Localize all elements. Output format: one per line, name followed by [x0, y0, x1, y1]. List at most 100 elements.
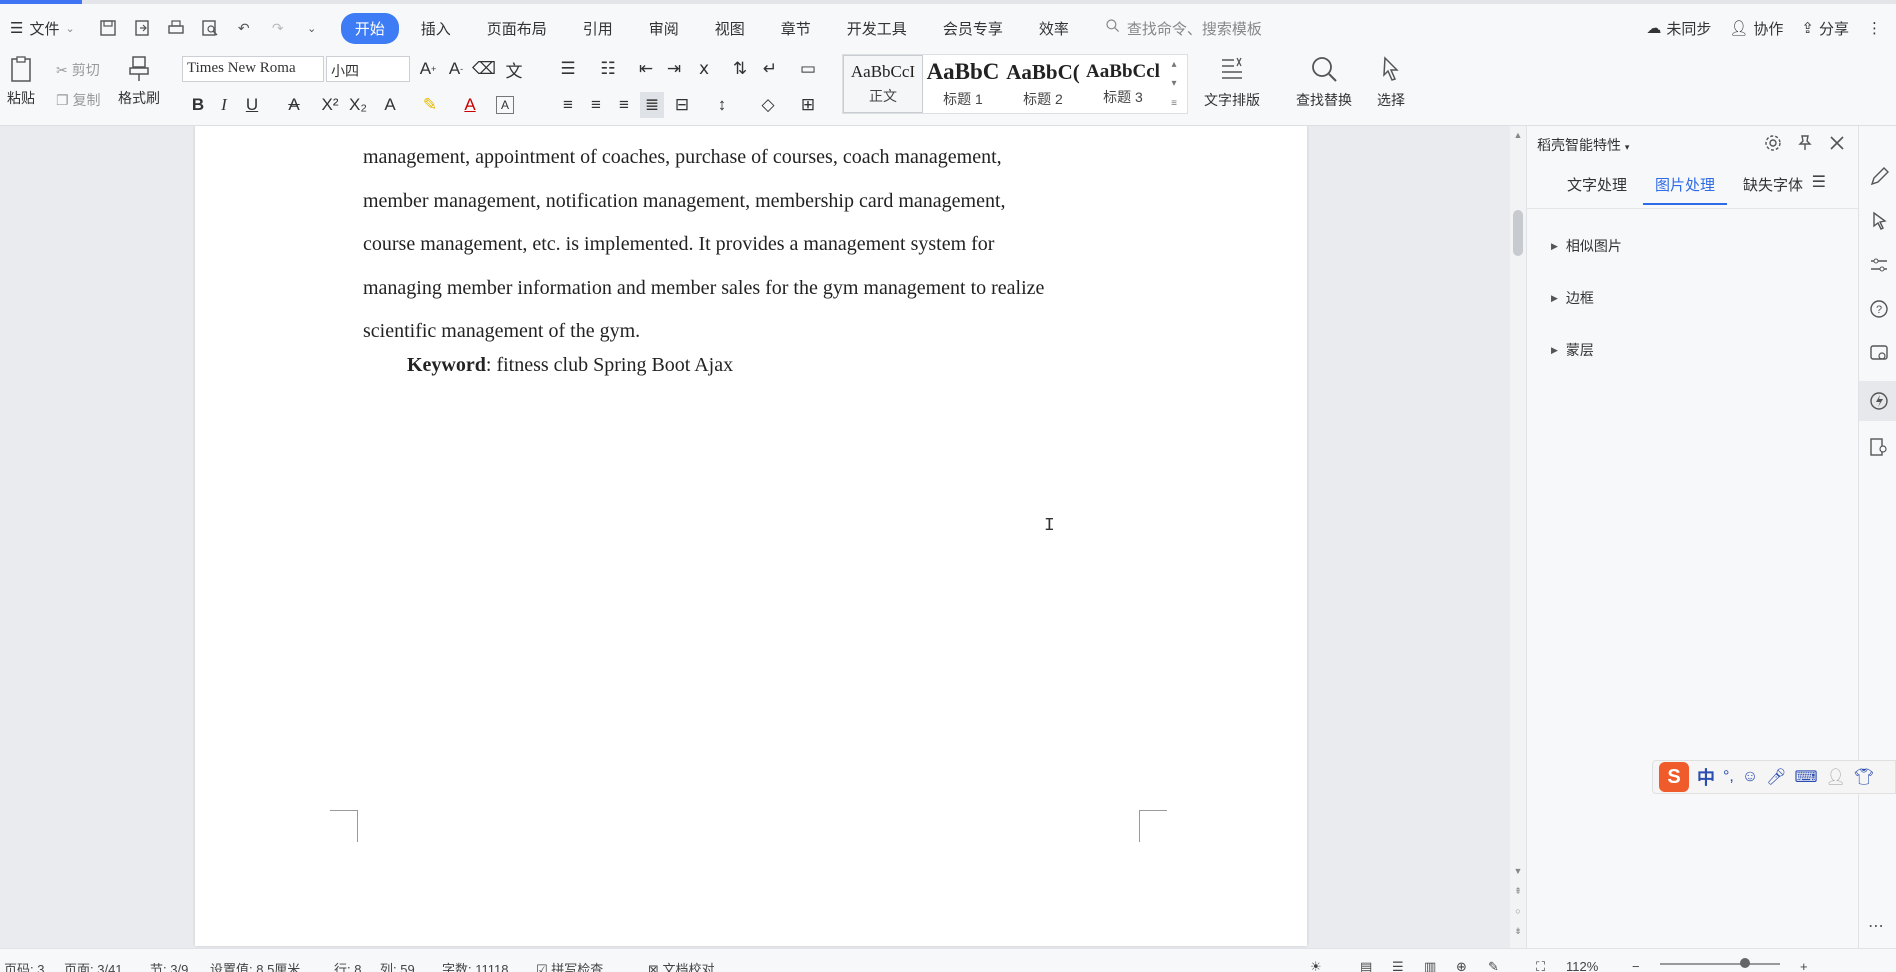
line-spacing-icon[interactable]: ↕: [710, 92, 734, 118]
print-preview-icon[interactable]: [199, 17, 221, 39]
prev-page-icon[interactable]: ⇞: [1512, 886, 1524, 897]
align-right-icon[interactable]: ≡: [612, 92, 636, 118]
print-icon[interactable]: [165, 17, 187, 39]
tab-insert[interactable]: 插入: [407, 13, 465, 44]
tab-page-layout[interactable]: 页面布局: [473, 13, 561, 44]
shrink-font-icon[interactable]: A-: [444, 56, 468, 82]
text-effect-icon[interactable]: A: [378, 92, 402, 118]
write-mode-icon[interactable]: ✎: [1488, 959, 1499, 972]
zoom-slider[interactable]: [1660, 963, 1780, 965]
align-left-icon[interactable]: ≡: [556, 92, 580, 118]
increase-indent-icon[interactable]: ⇥: [662, 56, 686, 82]
command-search[interactable]: 查找命令、搜索模板: [1105, 18, 1262, 39]
collab-button[interactable]: 👤︎ 协作: [1729, 18, 1783, 39]
underline-icon[interactable]: U: [240, 92, 264, 118]
share-button[interactable]: ⇪ 分享: [1801, 18, 1849, 39]
tab-chapter[interactable]: 章节: [767, 13, 825, 44]
ime-mode-label[interactable]: 中: [1697, 764, 1715, 790]
fit-page-icon[interactable]: ⛶: [1536, 959, 1545, 972]
status-page-number[interactable]: 页码: 3: [4, 959, 44, 972]
find-replace-button[interactable]: 查找替换: [1296, 54, 1352, 110]
font-family-select[interactable]: Times New Roma: [182, 56, 324, 82]
status-section[interactable]: 节: 3/9: [150, 959, 188, 972]
next-page-icon[interactable]: ⇟: [1512, 926, 1524, 937]
pin-icon[interactable]: [1796, 134, 1814, 155]
highlight-icon[interactable]: ✎: [418, 92, 442, 118]
show-hide-marks-icon[interactable]: ↵: [758, 56, 782, 82]
microphone-icon[interactable]: 🎤︎: [1766, 767, 1786, 787]
status-page[interactable]: 页面: 3/41: [64, 959, 123, 972]
pointer-icon[interactable]: [1868, 210, 1890, 232]
panel-menu-icon[interactable]: ☰: [1812, 172, 1826, 192]
tab-efficiency[interactable]: 效率: [1025, 13, 1083, 44]
document-canvas[interactable]: management, appointment of coaches, purc…: [0, 126, 1510, 948]
close-icon[interactable]: [1828, 134, 1846, 155]
select-browse-icon[interactable]: ○: [1512, 906, 1524, 916]
status-row[interactable]: 行: 8: [334, 959, 361, 972]
font-size-select[interactable]: 小四: [326, 56, 410, 82]
image-tool-icon[interactable]: [1868, 342, 1890, 364]
zoom-slider-handle[interactable]: [1740, 958, 1750, 968]
char-border-icon[interactable]: A: [496, 96, 514, 114]
styles-scroll[interactable]: ▴ ▾ ≡: [1163, 55, 1185, 113]
scrollbar-thumb[interactable]: [1513, 210, 1523, 256]
export-icon[interactable]: [131, 17, 153, 39]
superscript-icon[interactable]: X²: [318, 92, 342, 118]
bullet-list-icon[interactable]: ☰: [556, 56, 580, 82]
select-button[interactable]: 选择: [1376, 54, 1406, 110]
customize-toolbar-icon[interactable]: ⌄: [301, 17, 323, 39]
sync-button[interactable]: ☁ 未同步: [1646, 18, 1711, 39]
more-menu-icon[interactable]: ⋮: [1867, 19, 1882, 37]
phonetic-guide-icon[interactable]: 文: [502, 56, 526, 82]
tab-view[interactable]: 视图: [701, 13, 759, 44]
keyboard-icon[interactable]: ⌨: [1795, 767, 1818, 787]
tab-missing-fonts[interactable]: 缺失字体: [1731, 174, 1815, 205]
justify-icon[interactable]: ≣: [640, 92, 664, 118]
font-color-icon[interactable]: A: [458, 92, 482, 118]
pen-icon[interactable]: [1868, 166, 1890, 188]
status-setting[interactable]: 设置值: 8.5厘米: [210, 959, 300, 972]
proofread-button[interactable]: ⊠ 文档校对: [648, 959, 715, 972]
web-view-icon[interactable]: ⊕: [1456, 959, 1467, 972]
emoji-icon[interactable]: ☺: [1742, 768, 1758, 786]
zoom-out-icon[interactable]: −: [1632, 959, 1640, 972]
file-menu[interactable]: ☰ 文件 ⌄: [10, 18, 75, 39]
numbered-list-icon[interactable]: ☷: [596, 56, 620, 82]
outline-view-icon[interactable]: ☰: [1392, 959, 1404, 972]
accordion-similar-images[interactable]: ▶ 相似图片: [1551, 236, 1622, 256]
bold-icon[interactable]: B: [186, 92, 210, 118]
tab-review[interactable]: 审阅: [635, 13, 693, 44]
paste-button[interactable]: 粘贴: [6, 54, 36, 108]
user-icon[interactable]: 👤︎: [1826, 767, 1846, 787]
status-word-count[interactable]: 字数: 11118: [442, 959, 508, 972]
document-page[interactable]: management, appointment of coaches, purc…: [195, 126, 1307, 946]
tab-text-processing[interactable]: 文字处理: [1555, 174, 1639, 205]
accordion-mask[interactable]: ▶ 蒙层: [1551, 340, 1594, 360]
spell-check-button[interactable]: ☑ 拼写检查: [536, 959, 603, 972]
borders-icon[interactable]: ⊞: [796, 92, 820, 118]
cut-button[interactable]: ✂ 剪切: [56, 60, 100, 80]
reading-view-icon[interactable]: ▥: [1424, 959, 1436, 972]
zoom-level[interactable]: 112%: [1566, 959, 1598, 972]
tab-references[interactable]: 引用: [569, 13, 627, 44]
eye-protection-icon[interactable]: ☀: [1310, 959, 1322, 972]
strikethrough-icon[interactable]: A: [282, 92, 306, 118]
ruler-icon[interactable]: ▭: [796, 56, 820, 82]
shading-icon[interactable]: ◇: [756, 92, 780, 118]
tab-image-processing[interactable]: 图片处理: [1643, 174, 1728, 205]
grow-font-icon[interactable]: A +: [416, 56, 440, 82]
save-icon[interactable]: [97, 17, 119, 39]
vertical-scrollbar[interactable]: ▲ ▼ ⇞ ○ ⇟: [1510, 126, 1526, 948]
scroll-up-icon[interactable]: ▲: [1512, 130, 1524, 140]
help-icon[interactable]: ?: [1868, 298, 1890, 320]
scroll-down-icon[interactable]: ▼: [1512, 866, 1524, 876]
more-icon[interactable]: ⋯: [1868, 916, 1890, 938]
italic-icon[interactable]: I: [212, 92, 236, 118]
redo-icon[interactable]: ↷: [267, 17, 289, 39]
style-heading-1[interactable]: AaBbC 标题 1: [923, 55, 1003, 113]
style-heading-3[interactable]: AaBbCcl 标题 3: [1083, 55, 1163, 113]
tab-home[interactable]: 开始: [340, 12, 399, 44]
style-normal[interactable]: AaBbCcI 正文: [843, 55, 923, 113]
clear-format-icon[interactable]: ⌫: [472, 56, 496, 82]
decrease-indent-icon[interactable]: ⇤: [634, 56, 658, 82]
